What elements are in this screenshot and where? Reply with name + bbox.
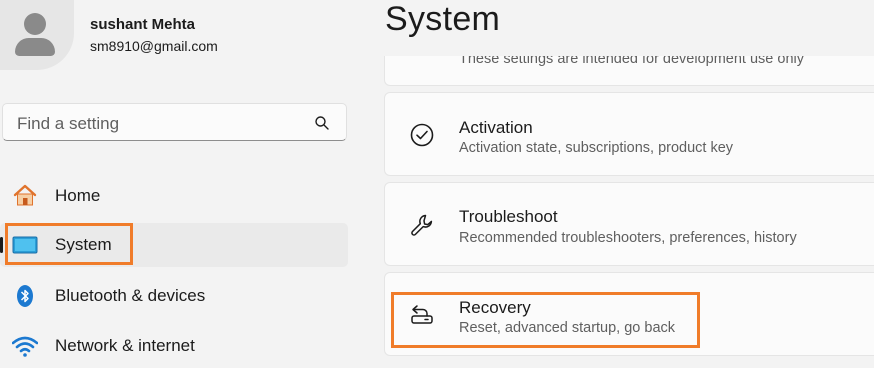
home-icon [13, 184, 37, 206]
search-input[interactable] [15, 112, 309, 136]
card-description: Reset, advanced startup, go back [459, 320, 676, 336]
sidebar-item-label: Bluetooth & devices [55, 286, 206, 305]
search-icon[interactable] [314, 115, 330, 131]
sidebar-item-home[interactable]: Home [0, 174, 348, 218]
sidebar-item-label: Home [55, 186, 101, 205]
settings-card-recovery[interactable]: Recovery Reset, advanced startup, go bac… [384, 272, 874, 356]
page-title: System [385, 0, 501, 38]
settings-card-activation[interactable]: Activation Activation state, subscriptio… [384, 92, 874, 176]
card-description: Recommended troubleshooters, preferences… [459, 230, 797, 246]
card-title: Recovery [459, 298, 531, 317]
bluetooth-icon [17, 285, 33, 307]
sidebar-item-system[interactable]: System [0, 223, 348, 267]
wifi-icon [12, 336, 38, 357]
card-title: Activation [459, 118, 533, 137]
scroll-clip [384, 40, 874, 56]
user-email: sm8910@gmail.com [90, 38, 218, 54]
sidebar-item-bluetooth[interactable]: Bluetooth & devices [0, 274, 348, 318]
avatar-head [24, 13, 46, 35]
settings-card-troubleshoot[interactable]: Troubleshoot Recommended troubleshooters… [384, 182, 874, 266]
wrench-icon [411, 214, 433, 236]
sidebar-item-label: Network & internet [55, 336, 195, 355]
recovery-icon [411, 305, 433, 324]
card-description: Activation state, subscriptions, product… [459, 140, 734, 156]
user-avatar[interactable] [0, 0, 74, 70]
user-name: sushant Mehta [90, 16, 196, 33]
sidebar-item-network[interactable]: Network & internet [0, 324, 348, 368]
avatar-body [15, 38, 55, 56]
activation-check-icon [410, 123, 434, 147]
system-display-icon [12, 236, 38, 254]
sidebar-item-label: System [55, 235, 112, 254]
selection-indicator [0, 237, 3, 253]
card-title: Troubleshoot [459, 207, 558, 226]
search-box[interactable] [2, 103, 347, 141]
